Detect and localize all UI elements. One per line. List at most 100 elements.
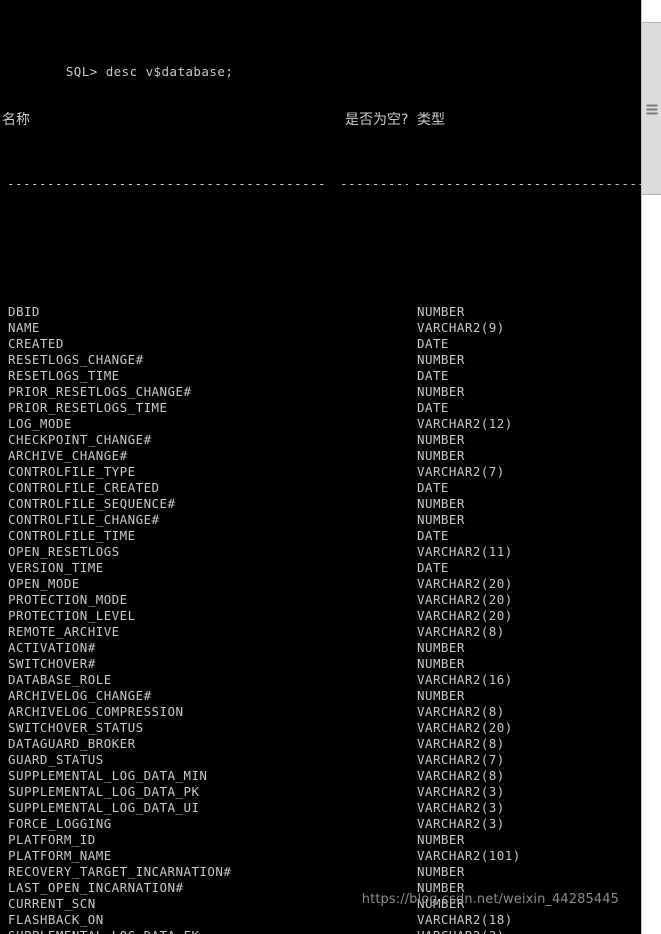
column-name: FORCE_LOGGING xyxy=(8,816,112,831)
column-name: OPEN_MODE xyxy=(8,576,80,591)
column-type: VARCHAR2(8) xyxy=(417,704,505,719)
table-row: PRIOR_RESETLOGS_TIME DATE xyxy=(0,400,641,416)
column-type: VARCHAR2(12) xyxy=(417,416,513,431)
column-type: VARCHAR2(11) xyxy=(417,544,513,559)
column-type: NUMBER xyxy=(417,656,465,671)
column-name: NAME xyxy=(8,320,40,335)
column-name: ARCHIVELOG_COMPRESSION xyxy=(8,704,184,719)
header-nullable: 是否为空? xyxy=(345,112,409,128)
table-row: CHECKPOINT_CHANGE# NUMBER xyxy=(0,432,641,448)
column-type: NUMBER xyxy=(417,384,465,399)
column-name: CONTROLFILE_TIME xyxy=(8,528,136,543)
column-name: SUPPLEMENTAL_LOG_DATA_PK xyxy=(8,784,200,799)
header-type: 类型 xyxy=(417,112,445,128)
column-type: VARCHAR2(20) xyxy=(417,720,513,735)
column-name: ARCHIVELOG_CHANGE# xyxy=(8,688,152,703)
table-row: FORCE_LOGGING VARCHAR2(3) xyxy=(0,816,641,832)
column-name: PLATFORM_ID xyxy=(8,832,96,847)
column-type: NUMBER xyxy=(417,864,465,879)
table-row: LOG_MODE VARCHAR2(12) xyxy=(0,416,641,432)
watermark-text: https://blog.csdn.net/weixin_44285445 xyxy=(361,892,619,907)
table-row: CONTROLFILE_SEQUENCE# NUMBER xyxy=(0,496,641,512)
column-name: CONTROLFILE_CREATED xyxy=(8,480,160,495)
column-name: REMOTE_ARCHIVE xyxy=(8,624,120,639)
column-type: NUMBER xyxy=(417,640,465,655)
column-name: RESETLOGS_CHANGE# xyxy=(8,352,144,367)
column-type: VARCHAR2(3) xyxy=(417,784,505,799)
header-name: 名称 xyxy=(2,112,30,128)
table-row: CREATED DATE xyxy=(0,336,641,352)
table-row: PLATFORM_ID NUMBER xyxy=(0,832,641,848)
column-type: DATE xyxy=(417,336,449,351)
column-type: DATE xyxy=(417,560,449,575)
table-row: ARCHIVELOG_COMPRESSION VARCHAR2(8) xyxy=(0,704,641,720)
column-name: FLASHBACK_ON xyxy=(8,912,104,927)
table-row: SWITCHOVER_STATUS VARCHAR2(20) xyxy=(0,720,641,736)
column-name: CONTROLFILE_CHANGE# xyxy=(8,512,160,527)
command-text: SQL> desc v$database; xyxy=(65,64,234,79)
table-row: CONTROLFILE_CREATED DATE xyxy=(0,480,641,496)
table-row: RESETLOGS_TIME DATE xyxy=(0,368,641,384)
column-name: DBID xyxy=(8,304,40,319)
table-row: ACTIVATION# NUMBER xyxy=(0,640,641,656)
table-row: PROTECTION_MODE VARCHAR2(20) xyxy=(0,592,641,608)
column-name: DATAGUARD_BROKER xyxy=(8,736,136,751)
column-name: LAST_OPEN_INCARNATION# xyxy=(8,880,184,895)
terminal-window: SQL> desc v$database; 名称 是否为空? 类型 ------… xyxy=(0,0,661,934)
table-row: CONTROLFILE_CHANGE# NUMBER xyxy=(0,512,641,528)
table-row: GUARD_STATUS VARCHAR2(7) xyxy=(0,752,641,768)
separator-nullable: ----------------- xyxy=(340,176,408,191)
column-name: RECOVERY_TARGET_INCARNATION# xyxy=(8,864,232,879)
column-type: NUMBER xyxy=(417,832,465,847)
column-type: VARCHAR2(20) xyxy=(417,576,513,591)
column-name: CREATED xyxy=(8,336,64,351)
separator-type: ----------------------------------------… xyxy=(414,176,641,191)
column-type: NUMBER xyxy=(417,352,465,367)
describe-rows: DBID NUMBER NAME VARCHAR2(9) CREATED DATE RESE… xyxy=(0,304,641,934)
column-name: SUPPLEMENTAL_LOG_DATA_FK xyxy=(8,928,199,934)
column-type: VARCHAR2(3) xyxy=(417,928,505,934)
column-name: OPEN_RESETLOGS xyxy=(8,544,120,559)
column-type: DATE xyxy=(417,480,449,495)
vertical-scroll-thumb[interactable] xyxy=(642,22,661,195)
table-row: NAME VARCHAR2(9) xyxy=(0,320,641,336)
column-type: NUMBER xyxy=(417,448,465,463)
column-name: CHECKPOINT_CHANGE# xyxy=(8,432,152,447)
table-row: SUPPLEMENTAL_LOG_DATA_UI VARCHAR2(3) xyxy=(0,800,641,816)
column-name: PLATFORM_NAME xyxy=(8,848,112,863)
table-row: PROTECTION_LEVEL VARCHAR2(20) xyxy=(0,608,641,624)
grip-lines-icon xyxy=(646,104,657,114)
table-row: SUPPLEMENTAL_LOG_DATA_PK VARCHAR2(3) xyxy=(0,784,641,800)
vertical-scrollbar[interactable] xyxy=(641,0,661,934)
column-name: PROTECTION_LEVEL xyxy=(8,608,136,623)
table-row: CONTROLFILE_TIME DATE xyxy=(0,528,641,544)
column-name: CURRENT_SCN xyxy=(8,896,96,911)
column-type: VARCHAR2(7) xyxy=(417,464,505,479)
column-name: SWITCHOVER# xyxy=(8,656,96,671)
column-type: VARCHAR2(20) xyxy=(417,608,513,623)
table-row: PLATFORM_NAME VARCHAR2(101) xyxy=(0,848,641,864)
column-name: PROTECTION_MODE xyxy=(8,592,128,607)
terminal-screen[interactable]: SQL> desc v$database; 名称 是否为空? 类型 ------… xyxy=(0,0,641,934)
column-type: NUMBER xyxy=(417,304,465,319)
column-type: DATE xyxy=(417,528,449,543)
table-row: SWITCHOVER# NUMBER xyxy=(0,656,641,672)
column-name: ARCHIVE_CHANGE# xyxy=(8,448,128,463)
column-type: VARCHAR2(16) xyxy=(417,672,513,687)
table-row: RECOVERY_TARGET_INCARNATION# NUMBER xyxy=(0,864,641,880)
column-type: NUMBER xyxy=(417,496,465,511)
column-type: VARCHAR2(18) xyxy=(417,912,513,927)
column-name: SUPPLEMENTAL_LOG_DATA_UI xyxy=(8,800,200,815)
column-type: VARCHAR2(101) xyxy=(417,848,521,863)
column-name: PRIOR_RESETLOGS_TIME xyxy=(8,400,168,415)
column-type: VARCHAR2(9) xyxy=(417,320,505,335)
column-type: NUMBER xyxy=(417,512,465,527)
table-row: SUPPLEMENTAL_LOG_DATA_MIN VARCHAR2(8) xyxy=(0,768,641,784)
table-row: DATAGUARD_BROKER VARCHAR2(8) xyxy=(0,736,641,752)
column-name: SUPPLEMENTAL_LOG_DATA_MIN xyxy=(8,768,208,783)
column-type: VARCHAR2(8) xyxy=(417,736,505,751)
table-row: DBID NUMBER xyxy=(0,304,641,320)
column-type: NUMBER xyxy=(417,688,465,703)
column-type: VARCHAR2(8) xyxy=(417,624,505,639)
